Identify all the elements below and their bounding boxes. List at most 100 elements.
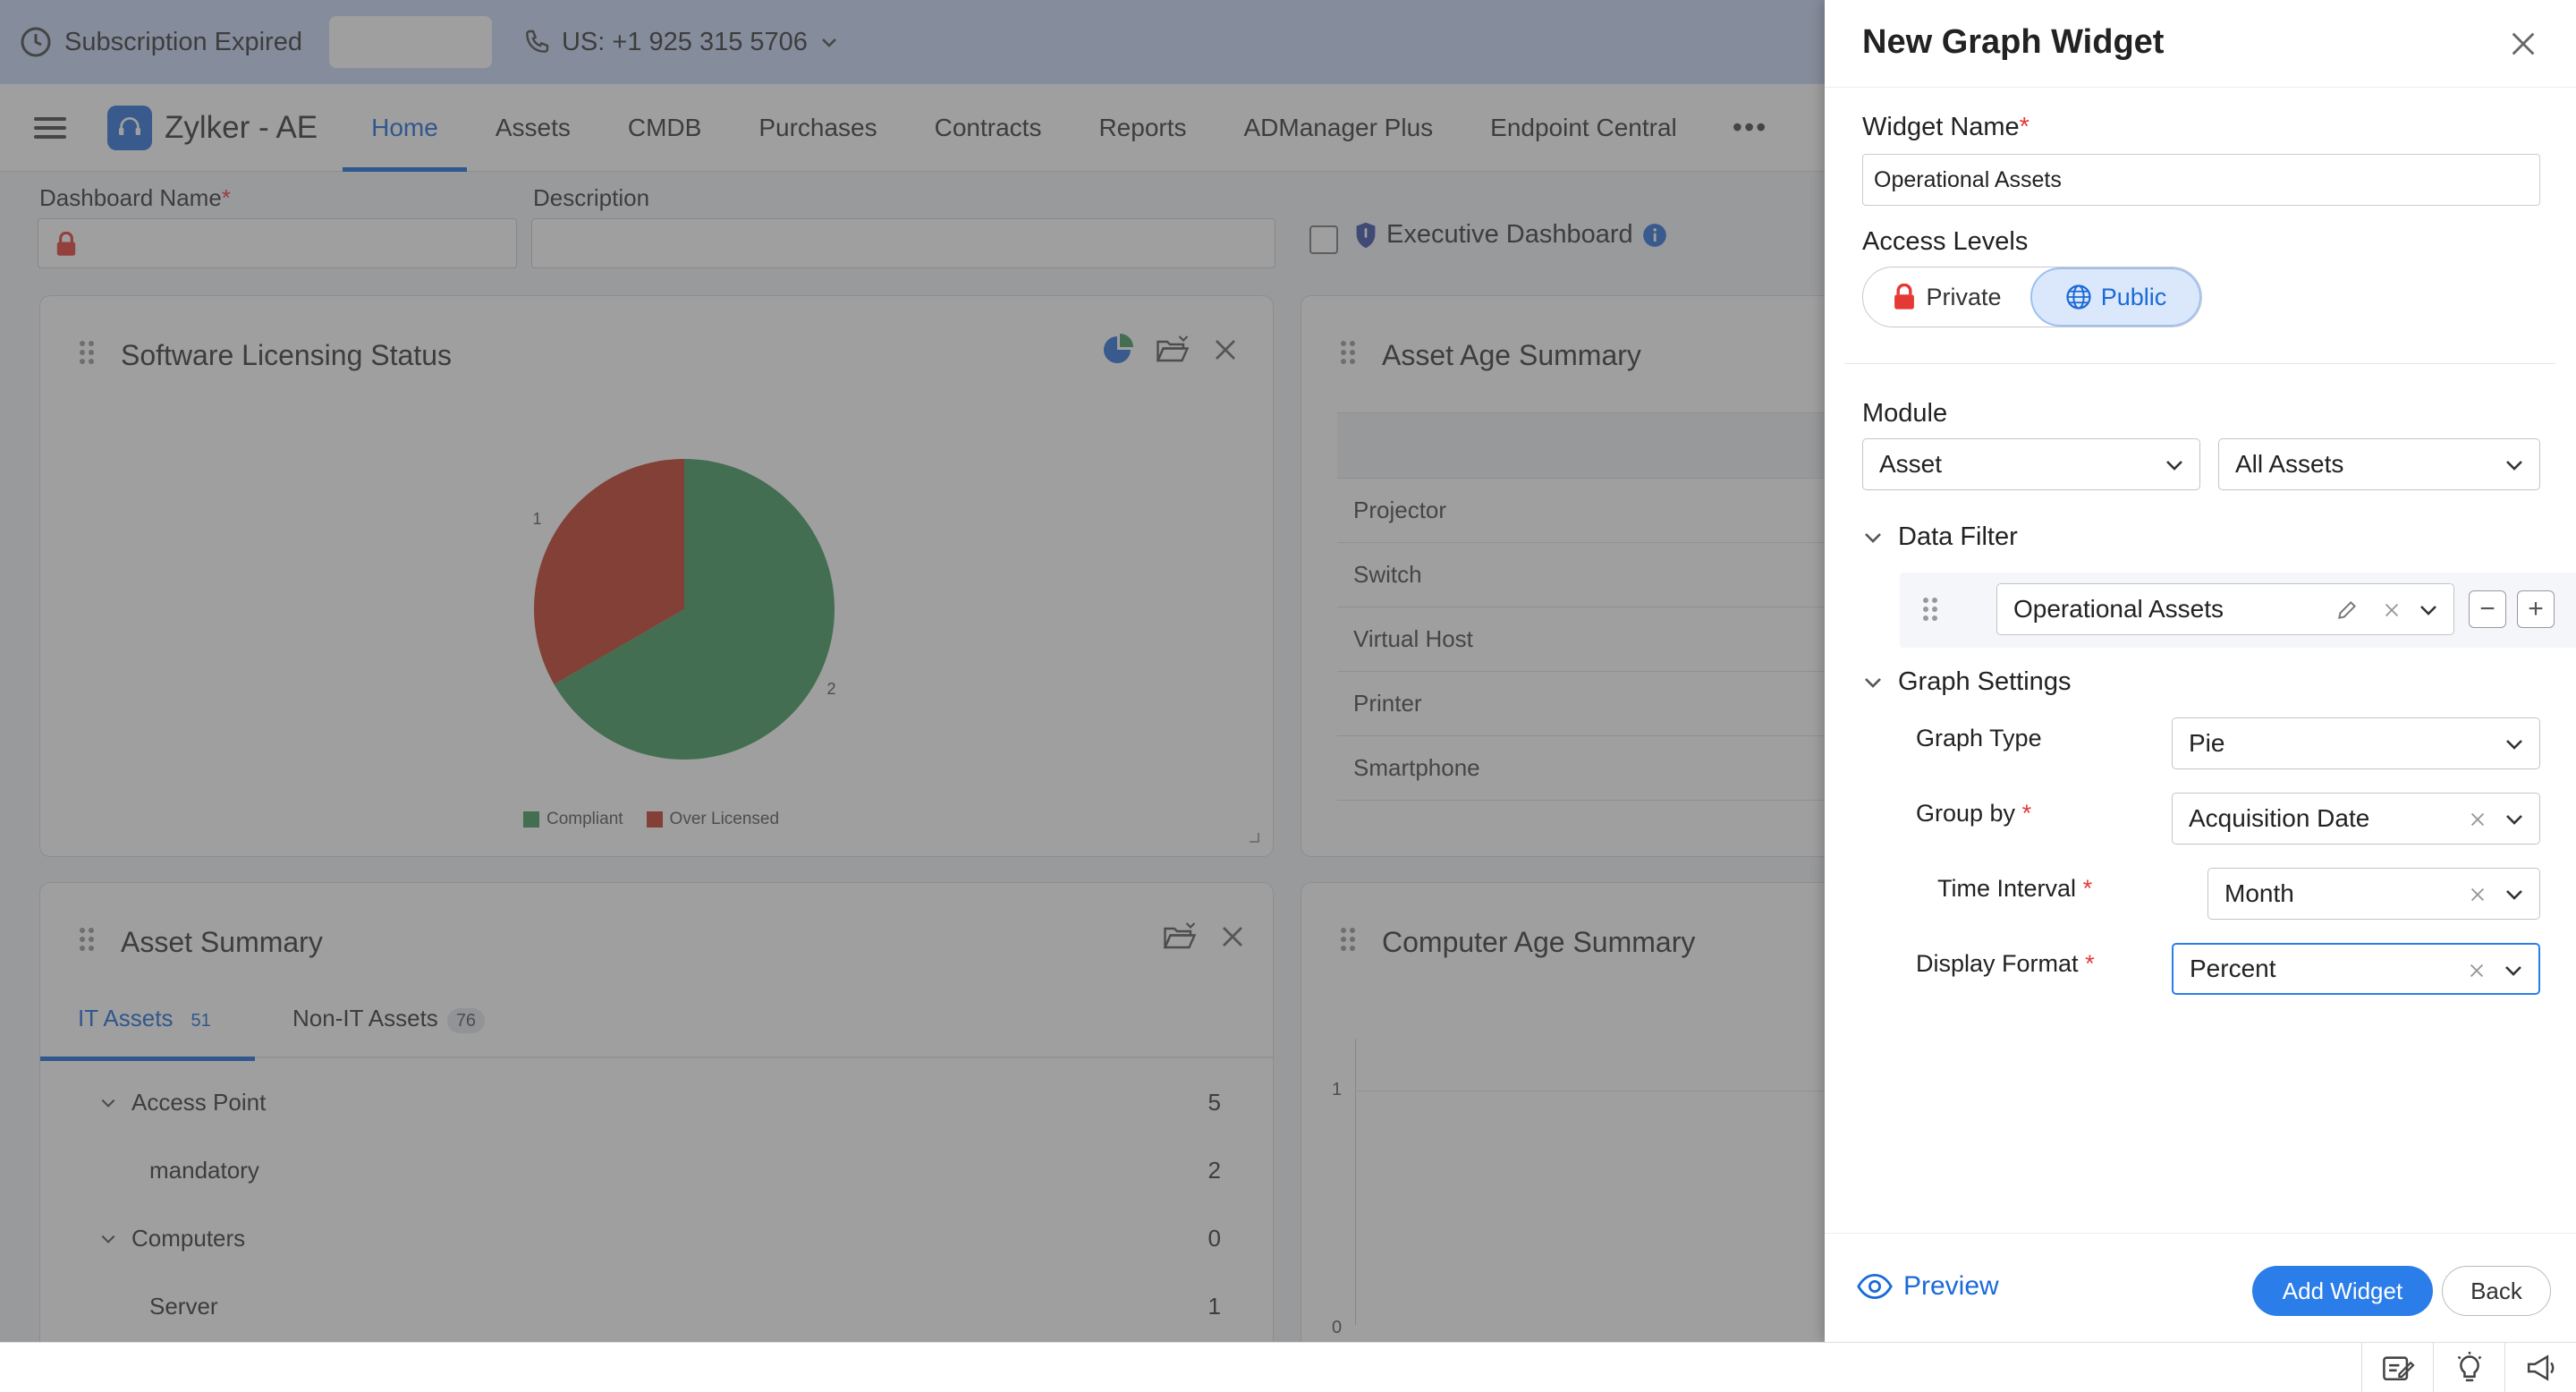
menu-icon[interactable] <box>34 112 66 144</box>
legend-item-over-licensed[interactable]: Over Licensed <box>646 810 779 829</box>
tab-home[interactable]: Home <box>343 84 467 172</box>
tab-it-assets[interactable]: IT Assets 51 <box>78 1005 220 1032</box>
renew-button[interactable] <box>328 16 492 68</box>
pie-chart: 21 <box>532 459 836 760</box>
legend-swatch <box>646 811 663 828</box>
back-button[interactable]: Back <box>2442 1266 2551 1316</box>
chevron-down-icon <box>2506 815 2522 825</box>
preview-label: Preview <box>1903 1271 1999 1301</box>
tab-assets[interactable]: Assets <box>467 84 599 172</box>
clear-icon[interactable] <box>2468 885 2487 904</box>
brand-name: Zylker - AE <box>165 109 318 145</box>
description-label: Description <box>533 184 650 211</box>
label-text: Widget Name <box>1862 113 2020 141</box>
lightbulb-icon[interactable] <box>2433 1343 2504 1392</box>
phone-number: US: +1 925 315 5706 <box>561 27 808 56</box>
clear-icon[interactable] <box>2467 961 2487 980</box>
access-private-option[interactable]: Private <box>1863 267 2030 327</box>
tab-contracts[interactable]: Contracts <box>906 84 1071 172</box>
resize-handle-icon[interactable] <box>1248 831 1260 844</box>
active-tab-indicator <box>40 1057 255 1061</box>
pie-data-label: 2 <box>827 680 836 698</box>
divider <box>1844 363 2556 364</box>
clear-icon[interactable] <box>2382 600 2402 620</box>
new-graph-widget-panel: New Graph Widget Widget Name* Operationa… <box>1825 0 2576 1342</box>
pie-data-label: 1 <box>532 510 541 528</box>
group-by-select[interactable]: Acquisition Date <box>2172 793 2540 845</box>
tab-purchases[interactable]: Purchases <box>730 84 905 172</box>
clear-icon[interactable] <box>2468 810 2487 829</box>
edit-pencil-icon[interactable] <box>2335 598 2359 622</box>
display-format-select[interactable]: Percent <box>2172 943 2540 995</box>
chevron-down-icon <box>101 1235 115 1243</box>
lock-icon <box>56 232 76 256</box>
dashboard-name-input[interactable] <box>38 218 517 268</box>
headset-logo-icon <box>107 105 152 150</box>
row-count: 1 <box>1208 1293 1221 1320</box>
chevron-down-icon <box>2420 606 2436 615</box>
close-icon[interactable] <box>1212 336 1239 363</box>
required-mark: * <box>2019 113 2029 141</box>
section-title: Data Filter <box>1898 522 2018 551</box>
description-input[interactable] <box>531 218 1275 268</box>
drag-handle-icon[interactable] <box>1923 598 1939 624</box>
row-count: 2 <box>1208 1157 1221 1184</box>
info-icon[interactable] <box>1642 223 1667 248</box>
table-header <box>1337 412 1825 479</box>
graph-settings-section-toggle[interactable]: Graph Settings <box>1862 667 2071 697</box>
time-interval-label: Time Interval * <box>1937 875 2092 903</box>
data-filter-section-toggle[interactable]: Data Filter <box>1862 522 2018 552</box>
widget-title: Asset Summary <box>121 926 323 958</box>
asset-summary-widget: Asset Summary IT Assets 51 Non-IT Assets 7… <box>39 882 1274 1342</box>
close-icon[interactable] <box>1219 923 1246 950</box>
subscription-status: Subscription Expired <box>64 27 302 56</box>
remove-filter-button[interactable]: − <box>2469 590 2506 628</box>
tab-admanager-plus[interactable]: ADManager Plus <box>1216 84 1462 172</box>
tab-count-badge: 76 <box>446 1008 486 1033</box>
phone-dropdown[interactable]: US: +1 925 315 5706 <box>522 28 840 57</box>
folder-open-icon[interactable] <box>1155 334 1191 366</box>
asset-age-summary-widget: Asset Age Summary Projector Switch Virtu… <box>1301 295 1825 857</box>
tab-reports[interactable]: Reports <box>1070 84 1215 172</box>
module-select[interactable]: Asset <box>1862 438 2200 490</box>
data-filter-select[interactable]: Operational Assets <box>1996 583 2454 635</box>
close-icon[interactable] <box>2508 29 2538 59</box>
tab-endpoint-central[interactable]: Endpoint Central <box>1462 84 1706 172</box>
computer-age-summary-widget: Computer Age Summary 1 0 <box>1301 882 1825 1342</box>
top-navigation: Zylker - AE Home Assets CMDB Purchases C… <box>0 84 1825 172</box>
more-tabs-button[interactable]: ••• <box>1733 111 1768 144</box>
add-widget-button[interactable]: Add Widget <box>2252 1266 2433 1316</box>
dashboard-name-label-text: Dashboard Name <box>39 184 222 211</box>
announcement-icon[interactable] <box>2504 1343 2576 1392</box>
select-value: Acquisition Date <box>2189 804 2370 832</box>
table-row: Switch <box>1337 543 1825 607</box>
drag-handle-icon[interactable] <box>1341 928 1357 955</box>
drag-handle-icon[interactable] <box>80 341 96 368</box>
panel-header: New Graph Widget <box>1825 0 2576 88</box>
required-mark: * <box>221 184 231 211</box>
add-filter-button[interactable]: + <box>2517 590 2555 628</box>
legend-item-compliant[interactable]: Compliant <box>523 810 623 829</box>
widget-name-input[interactable]: Operational Assets <box>1862 154 2540 206</box>
graph-type-select[interactable]: Pie <box>2172 717 2540 769</box>
folder-open-icon[interactable] <box>1162 921 1198 953</box>
y-tick-label: 0 <box>1332 1318 1343 1337</box>
notes-icon[interactable] <box>2361 1343 2433 1392</box>
drag-handle-icon[interactable] <box>80 928 96 955</box>
module-view-select[interactable]: All Assets <box>2218 438 2540 490</box>
tab-cmdb[interactable]: CMDB <box>599 84 730 172</box>
group-by-label: Group by * <box>1916 800 2031 828</box>
brand[interactable]: Zylker - AE <box>107 105 318 150</box>
chevron-down-icon <box>2506 740 2522 750</box>
tab-non-it-assets[interactable]: Non-IT Assets 76 <box>292 1005 486 1033</box>
preview-button[interactable]: Preview <box>1857 1271 1999 1302</box>
data-filter-row: Operational Assets − + <box>1900 573 2576 648</box>
executive-dashboard-checkbox[interactable] <box>1309 225 1338 254</box>
time-interval-select[interactable]: Month <box>2207 868 2540 920</box>
drag-handle-icon[interactable] <box>1341 341 1357 368</box>
widget-name-label: Widget Name* <box>1862 113 2029 142</box>
module-label: Module <box>1862 399 1948 428</box>
label-text: Group by <box>1916 800 2016 827</box>
access-public-option[interactable]: Public <box>2030 267 2201 327</box>
pie-chart-icon[interactable] <box>1101 334 1133 366</box>
